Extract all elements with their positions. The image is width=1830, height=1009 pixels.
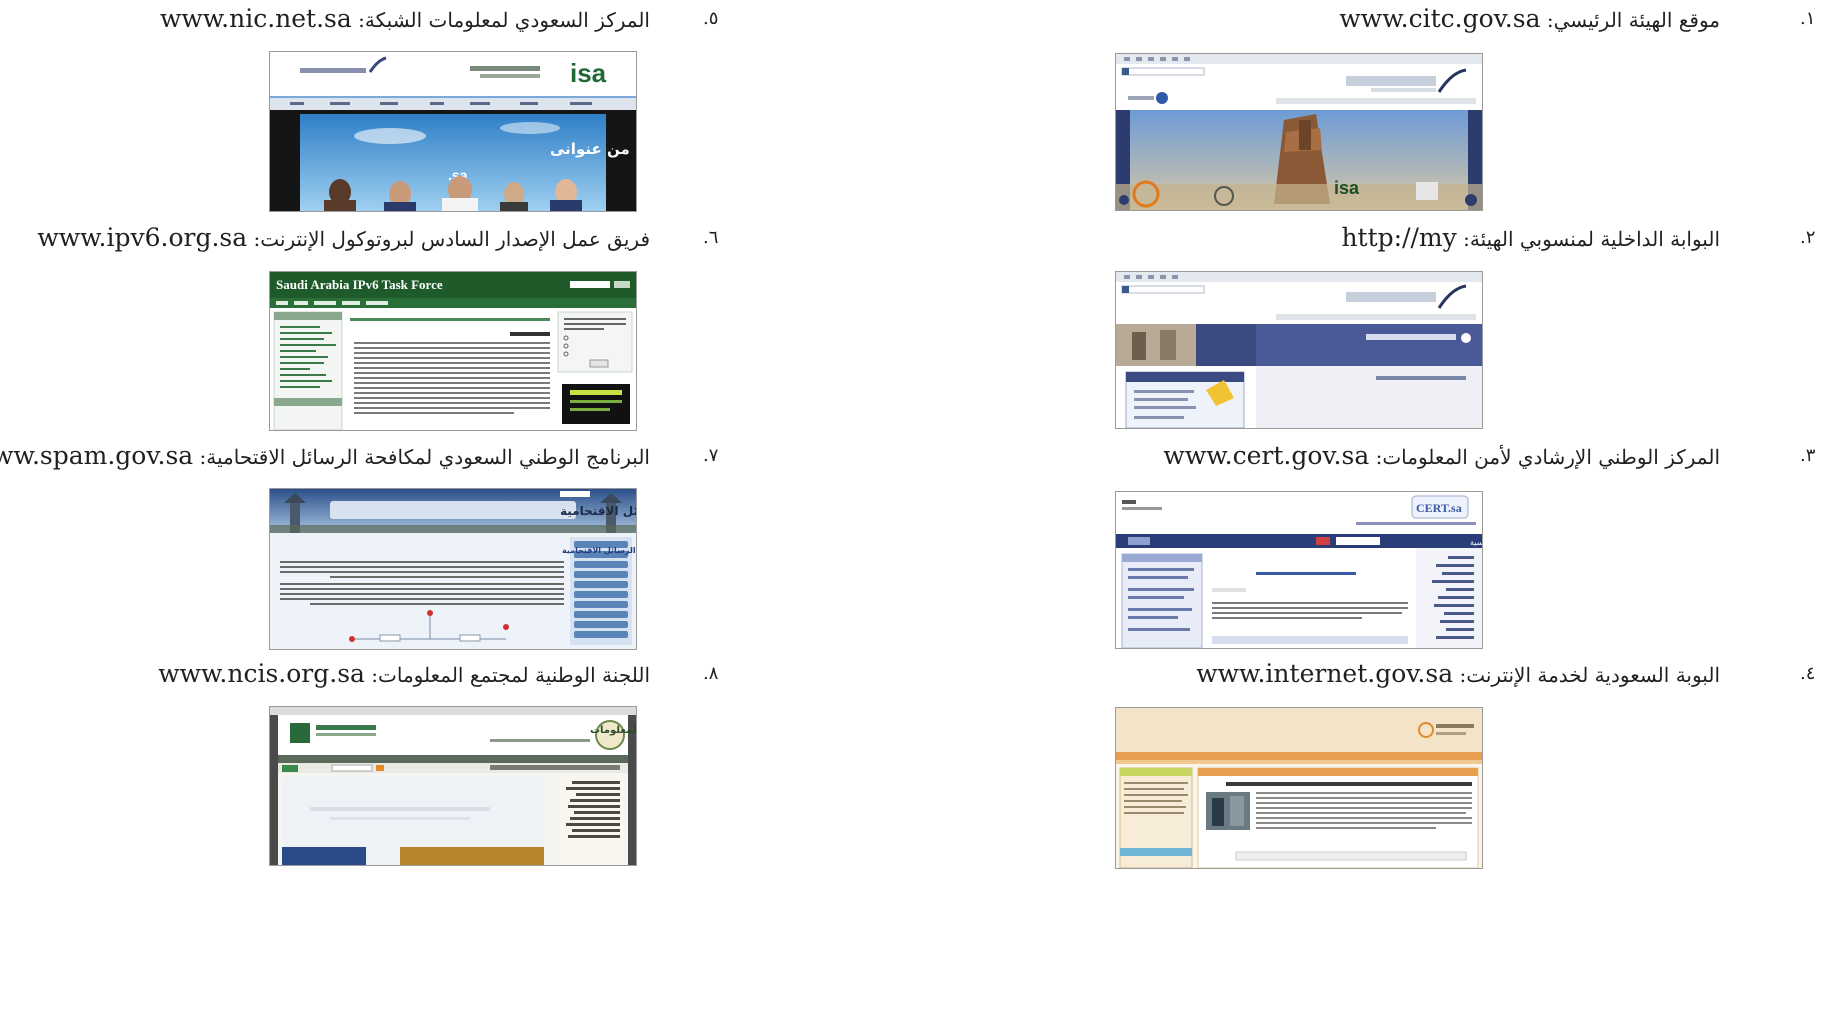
entry-number: ٦. <box>703 227 719 248</box>
svg-text:isa: isa <box>570 58 607 88</box>
entry-url[interactable]: www.cert.gov.sa <box>1163 441 1369 470</box>
entry-url[interactable]: www.citc.gov.sa <box>1339 4 1540 33</box>
entry-number: ٤. <box>1800 663 1816 684</box>
cert-site-screenshot: CERT.sa القائمة الرئيسية <box>1115 491 1483 649</box>
svg-text:البرنامج الوطني السعودي لمكافح: البرنامج الوطني السعودي لمكافحة الرسائل … <box>562 546 636 555</box>
entry-label: فريق عمل الإصدار السادس لبروتوكول الإنتر… <box>253 227 650 251</box>
entry-caption: البوبة السعودية لخدمة الإنترنت: www.inte… <box>1196 659 1720 689</box>
entry-label: البوابة الداخلية لمنسوبي الهيئة: <box>1463 227 1720 251</box>
entry-label: المركز السعودي لمعلومات الشبكة: <box>358 8 650 32</box>
nic-site-screenshot: isa سعودي وواضح من عنوانی .sa <box>269 51 637 212</box>
entry-url[interactable]: www.ncis.org.sa <box>158 659 365 688</box>
svg-text:سعودي وواضح من عنوانی: سعودي وواضح من عنوانی <box>550 140 636 159</box>
entry-caption: البوابة الداخلية لمنسوبي الهيئة: http://… <box>1341 223 1720 253</box>
entry-number: ٨. <box>703 663 719 684</box>
svg-text:CERT.sa: CERT.sa <box>1416 501 1462 515</box>
ncis-site-screenshot: اللجنة الوطنية لمجتمع المعلومات <box>269 706 637 866</box>
entry-number: ٢. <box>1800 227 1816 248</box>
citc-site-screenshot: isa <box>1115 53 1483 211</box>
entry-number: ٣. <box>1800 445 1816 466</box>
entry-url[interactable]: www.nic.net.sa <box>160 4 352 33</box>
entry-caption: موقع الهيئة الرئيسي: www.citc.gov.sa <box>1339 4 1720 34</box>
svg-text:isa: isa <box>1334 178 1360 198</box>
svg-text:مكافحة الرسائل الاقتحامية: مكافحة الرسائل الاقتحامية <box>560 504 636 518</box>
svg-text:اللجنة الوطنية لمجتمع المعلوما: اللجنة الوطنية لمجتمع المعلومات <box>590 725 636 736</box>
entry-caption: المركز السعودي لمعلومات الشبكة: www.nic.… <box>160 4 650 34</box>
entry-caption: فريق عمل الإصدار السادس لبروتوكول الإنتر… <box>37 223 650 253</box>
entry-label: البرنامج الوطني السعودي لمكافحة الرسائل … <box>199 445 650 469</box>
internet-site-screenshot <box>1115 707 1483 869</box>
entry-label: اللجنة الوطنية لمجتمع المعلومات: <box>371 663 650 687</box>
my-portal-screenshot <box>1115 271 1483 429</box>
entry-label: المركز الوطني الإرشادي لأمن المعلومات: <box>1375 445 1720 469</box>
spam-site-screenshot: مكافحة الرسائل الاقتحامية البرنامج الوطن… <box>269 488 637 650</box>
entry-url[interactable]: www.spam.gov.sa <box>0 441 193 470</box>
entry-url[interactable]: www.internet.gov.sa <box>1196 659 1453 688</box>
entry-number: ٥. <box>703 8 719 29</box>
entry-label: البوبة السعودية لخدمة الإنترنت: <box>1459 663 1720 687</box>
entry-caption: اللجنة الوطنية لمجتمع المعلومات: www.nci… <box>158 659 650 689</box>
svg-text:القائمة الرئيسية: القائمة الرئيسية <box>1470 538 1482 547</box>
entry-url[interactable]: http://my <box>1341 223 1456 252</box>
entry-caption: المركز الوطني الإرشادي لأمن المعلومات: w… <box>1163 441 1720 471</box>
svg-text:Saudi Arabia IPv6 Task Force: Saudi Arabia IPv6 Task Force <box>276 277 443 292</box>
ipv6-site-screenshot: Saudi Arabia IPv6 Task Force <box>269 271 637 431</box>
entry-number: ١. <box>1800 8 1816 29</box>
entry-number: ٧. <box>703 445 719 466</box>
entry-caption: البرنامج الوطني السعودي لمكافحة الرسائل … <box>0 441 650 471</box>
entry-label: موقع الهيئة الرئيسي: <box>1546 8 1720 32</box>
entry-url[interactable]: www.ipv6.org.sa <box>37 223 247 252</box>
